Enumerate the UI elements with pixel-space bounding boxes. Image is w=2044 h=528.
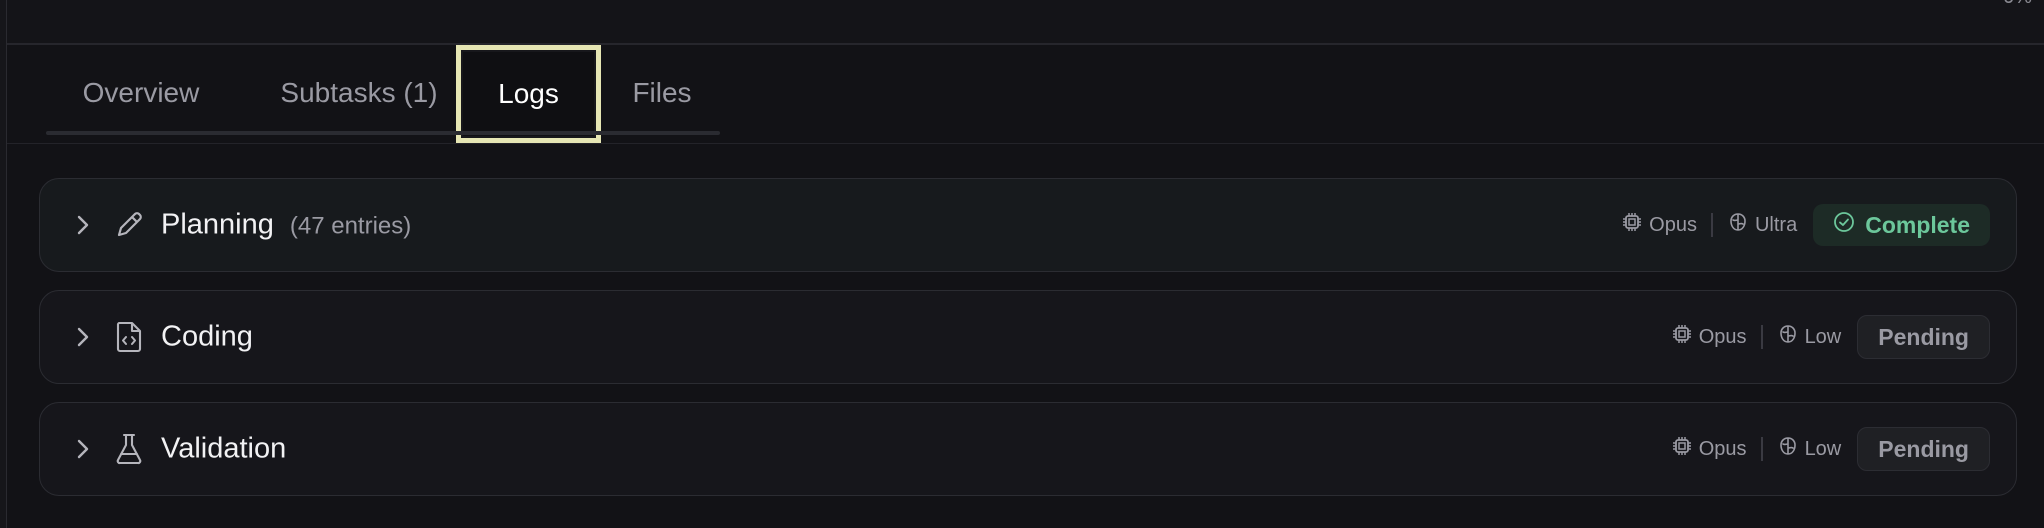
model-indicator: Opus bbox=[1671, 323, 1747, 351]
phase-title: Planning (47 entries) bbox=[161, 209, 411, 242]
phase-title-text: Planning bbox=[161, 208, 274, 241]
cpu-icon bbox=[1671, 323, 1693, 351]
tab-subtasks[interactable]: Subtasks (1) bbox=[244, 45, 474, 141]
thinking-indicator: Ultra bbox=[1727, 211, 1797, 239]
phase-title-text: Validation bbox=[161, 432, 287, 465]
tab-bar: Overview Subtasks (1) Logs Files bbox=[46, 45, 720, 143]
thinking-indicator: Low bbox=[1777, 323, 1842, 351]
left-panel-edge bbox=[0, 0, 7, 528]
status-label: Pending bbox=[1878, 435, 1969, 462]
tab-overview[interactable]: Overview bbox=[46, 45, 236, 141]
model-label: Opus bbox=[1698, 437, 1747, 460]
chevron-right-icon[interactable] bbox=[72, 326, 94, 348]
phase-meta: Opus Ultra Complete bbox=[1621, 204, 1990, 246]
phase-row-planning[interactable]: Planning (47 entries) Opus Ultra Complete bbox=[39, 178, 2017, 272]
tab-logs[interactable]: Logs bbox=[456, 45, 601, 143]
model-label: Opus bbox=[1698, 325, 1747, 348]
divider bbox=[7, 143, 2044, 144]
meta-divider bbox=[1710, 213, 1713, 237]
tab-label: Logs bbox=[498, 78, 559, 109]
flask-icon bbox=[112, 432, 146, 466]
model-indicator: Opus bbox=[1671, 435, 1747, 463]
cpu-icon bbox=[1621, 211, 1643, 239]
thinking-label: Low bbox=[1804, 437, 1842, 460]
brain-icon bbox=[1777, 435, 1799, 463]
chevron-right-icon[interactable] bbox=[72, 214, 94, 236]
pencil-icon bbox=[112, 208, 146, 242]
chevron-right-icon[interactable] bbox=[72, 438, 94, 460]
phase-row-coding[interactable]: Coding Opus Low Pending bbox=[39, 290, 2017, 384]
entry-count: (47 entries) bbox=[289, 212, 412, 240]
cpu-icon bbox=[1671, 435, 1693, 463]
phase-title: Validation bbox=[161, 433, 286, 466]
brain-icon bbox=[1727, 211, 1749, 239]
phase-meta: Opus Low Pending bbox=[1671, 315, 1990, 359]
thinking-indicator: Low bbox=[1777, 435, 1842, 463]
phase-row-validation[interactable]: Validation Opus Low Pending bbox=[39, 402, 2017, 496]
phase-title-text: Coding bbox=[161, 320, 253, 353]
status-badge: Pending bbox=[1857, 315, 1990, 359]
meta-divider bbox=[1760, 437, 1763, 461]
tab-files[interactable]: Files bbox=[606, 45, 718, 141]
check-circle-icon bbox=[1833, 211, 1855, 239]
status-label: Complete bbox=[1865, 211, 1970, 238]
brain-icon bbox=[1777, 323, 1799, 351]
model-label: Opus bbox=[1649, 213, 1697, 236]
tab-label: Overview bbox=[82, 77, 200, 108]
status-badge: Pending bbox=[1857, 427, 1990, 471]
status-badge: Complete bbox=[1813, 204, 1990, 246]
model-indicator: Opus bbox=[1621, 211, 1697, 239]
status-label: Pending bbox=[1878, 323, 1969, 350]
phase-title: Coding bbox=[161, 321, 253, 354]
tab-label: Files bbox=[632, 77, 692, 108]
thinking-label: Low bbox=[1804, 325, 1842, 348]
code-file-icon bbox=[112, 320, 146, 354]
tab-label: Subtasks (1) bbox=[280, 77, 438, 108]
phase-meta: Opus Low Pending bbox=[1671, 427, 1990, 471]
meta-divider bbox=[1760, 325, 1763, 349]
thinking-label: Ultra bbox=[1754, 213, 1798, 236]
header-bar: 0% bbox=[7, 0, 2044, 45]
tab-underline bbox=[46, 131, 720, 135]
progress-percent: 0% bbox=[2003, 0, 2032, 9]
